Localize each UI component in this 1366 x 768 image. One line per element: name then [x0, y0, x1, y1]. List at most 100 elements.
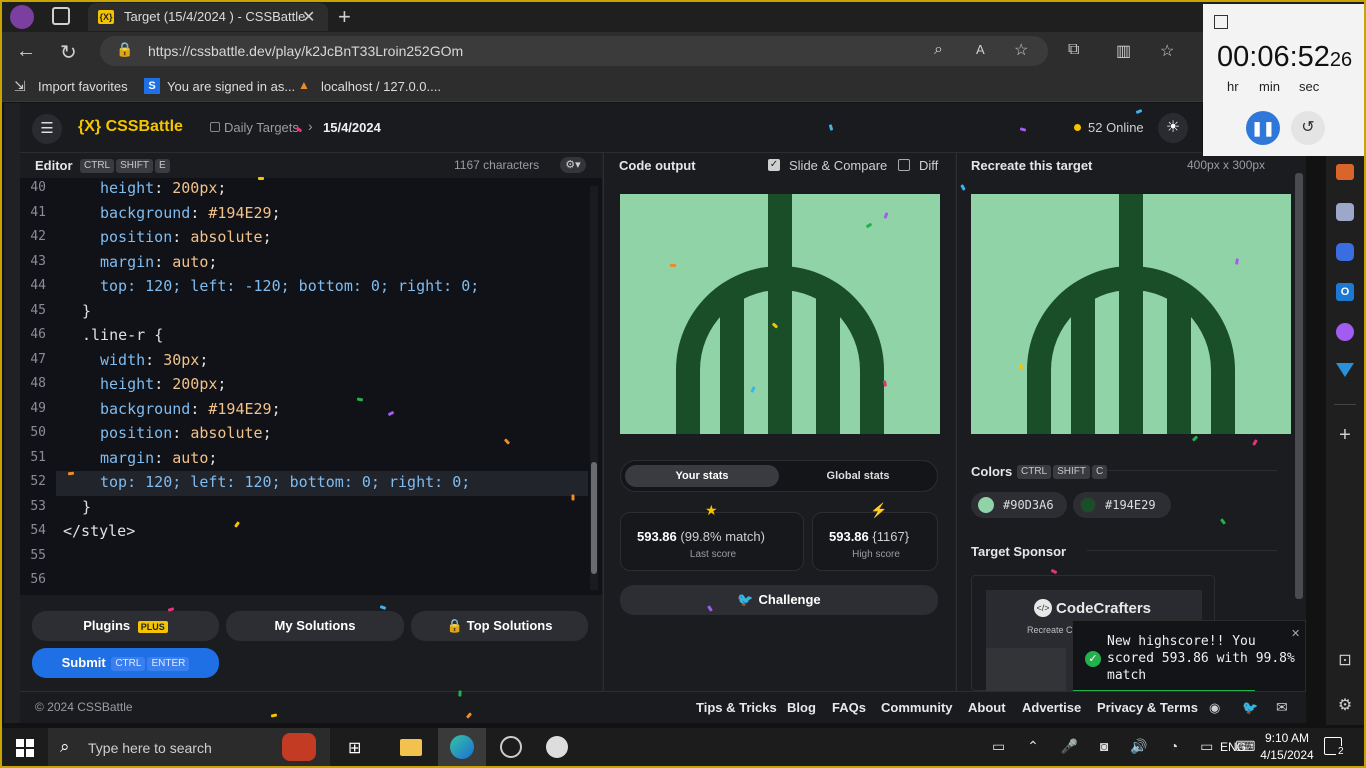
sponsor-graphic — [986, 648, 1066, 692]
active-tab[interactable]: {X} Target (15/4/2024 ) - CSSBattle ✕ — [88, 3, 328, 31]
add-sidebar-icon[interactable]: + — [1334, 424, 1356, 447]
edge-logo-icon — [450, 735, 474, 759]
outlook-icon[interactable]: O — [1336, 283, 1354, 301]
footer-link-advertise[interactable]: Advertise — [1022, 700, 1081, 715]
tab-your-stats[interactable]: Your stats — [625, 465, 779, 487]
challenge-button[interactable]: 🐦 Challenge — [620, 585, 938, 615]
drop-icon[interactable] — [1336, 363, 1354, 377]
character-count: 1167 characters — [454, 158, 540, 172]
favorites-icon[interactable]: ☆ — [1160, 41, 1174, 61]
line-number: 45 — [30, 302, 46, 318]
split-screen-icon[interactable]: ▥ — [1116, 41, 1131, 61]
recorder-icon[interactable] — [500, 736, 522, 758]
extensions-icon[interactable]: ⧉ — [1068, 41, 1079, 59]
profile-avatar[interactable] — [10, 5, 34, 29]
code-line: </style> — [63, 522, 136, 540]
top-solutions-button[interactable]: 🔒 Top Solutions — [411, 611, 588, 641]
read-aloud-icon[interactable]: A — [976, 42, 985, 57]
theme-toggle-button[interactable]: ☀ — [1158, 113, 1188, 143]
editor-settings-icon[interactable]: ⚙▾ — [560, 157, 586, 173]
line-number: 41 — [30, 204, 46, 220]
confetti-piece — [458, 690, 462, 697]
code-line: width: 30px; — [100, 350, 209, 369]
mail-icon[interactable]: ✉ — [1276, 699, 1288, 716]
twitter-icon[interactable]: 🐦 — [1242, 700, 1258, 716]
file-explorer-icon[interactable] — [400, 739, 422, 756]
color-chip-light[interactable]: #90D3A6 — [971, 492, 1067, 518]
footer-link-faqs[interactable]: FAQs — [832, 700, 866, 715]
favorite-item-import[interactable]: Import favorites — [38, 79, 128, 94]
favorite-star-icon[interactable]: ☆ — [1014, 40, 1028, 60]
taskbar: ⌕ Type here to search ⊞ ▭ ⌃ 🎤 ◙ 🔊 ◔ ▭ ⌨ … — [2, 728, 1364, 766]
highscore-toast: ✓ New highscore!! You scored 593.86 with… — [1072, 620, 1306, 693]
lock-icon: 🔒 — [116, 41, 134, 57]
code-line: top: 120; left: -120; bottom: 0; right: … — [100, 277, 480, 295]
sidebar-settings-icon[interactable]: ⚙ — [1334, 695, 1356, 715]
timer-label-hr: hr — [1227, 79, 1239, 94]
slide-compare-checkbox[interactable]: ✓ — [768, 159, 780, 171]
diff-checkbox[interactable] — [898, 159, 910, 171]
plugins-button[interactable]: Plugins PLUS — [32, 611, 219, 641]
edge-taskbar-icon[interactable] — [438, 728, 486, 766]
address-bar[interactable]: 🔒 https://cssbattle.dev/play/k2JcBnT33Lr… — [100, 36, 1048, 66]
high-chars: {1167} — [872, 529, 910, 544]
code-line: background: #194E29; — [100, 399, 281, 418]
games-icon[interactable] — [1336, 203, 1354, 221]
pause-button[interactable]: ❚❚ — [1246, 111, 1280, 145]
plugins-label: Plugins — [83, 618, 131, 633]
back-icon[interactable]: ← — [16, 40, 36, 63]
color-chip-dark[interactable]: #194E29 — [1073, 492, 1171, 518]
search-placeholder: Type here to search — [88, 740, 212, 756]
timer-display: 00:06:5226 — [1217, 41, 1352, 74]
favorite-item-signin[interactable]: You are signed in as... — [167, 79, 295, 94]
footer-link-about[interactable]: About — [968, 700, 1006, 715]
my-solutions-button[interactable]: My Solutions — [226, 611, 404, 641]
toast-close-icon[interactable]: ✕ — [1291, 627, 1300, 640]
colors-shortcut: CTRL SHIFT C — [1015, 463, 1108, 481]
code-line: margin: auto; — [100, 252, 218, 271]
target-image — [971, 194, 1291, 434]
close-tab-icon[interactable]: ✕ — [302, 7, 315, 27]
designer-icon[interactable] — [1336, 323, 1354, 341]
footer-link-privacy[interactable]: Privacy & Terms — [1097, 700, 1198, 715]
breadcrumb-daily-targets[interactable]: Daily Targets — [224, 120, 299, 135]
tools-icon[interactable] — [1336, 164, 1354, 180]
footer-link-community[interactable]: Community — [881, 700, 953, 715]
new-tab-icon[interactable]: + — [338, 4, 351, 30]
last-score-card: ★ 593.86 (99.8% match) Last score — [620, 502, 804, 571]
line-number: 55 — [30, 547, 46, 563]
footer-link-tips[interactable]: Tips & Tricks — [696, 700, 777, 715]
reset-button[interactable]: ↺ — [1291, 111, 1325, 145]
site-logo[interactable]: {X} CSSBattle — [78, 118, 183, 136]
language-indicator[interactable]: ENG — [1220, 740, 1246, 754]
search-icon: ⌕ — [60, 737, 70, 756]
refresh-icon[interactable]: ↻ — [60, 40, 77, 65]
color-hex-light: #90D3A6 — [1003, 498, 1054, 512]
target-title: Recreate this target — [971, 158, 1093, 173]
high-score-value: 593.86 {1167} — [829, 529, 909, 544]
submit-button[interactable]: Submit CTRL ENTER — [32, 648, 219, 678]
expand-icon[interactable] — [1214, 15, 1228, 29]
tab-global-stats[interactable]: Global stats — [781, 465, 935, 487]
tab-actions-icon[interactable] — [52, 7, 70, 25]
output-canvas[interactable] — [620, 194, 940, 434]
discord-icon[interactable]: ◉ — [1209, 700, 1220, 716]
editor-scrollbar[interactable] — [590, 186, 598, 590]
start-icon[interactable] — [16, 739, 34, 757]
footer-link-blog[interactable]: Blog — [787, 700, 816, 715]
menu-button[interactable]: ☰ — [32, 114, 62, 144]
clock-app-icon[interactable] — [546, 736, 568, 758]
task-view-icon[interactable]: ⊞ — [348, 738, 361, 758]
target-scrollbar[interactable] — [1295, 173, 1303, 599]
import-icon: ⇲ — [14, 78, 26, 94]
zoom-icon[interactable]: ⌕ — [934, 41, 943, 59]
clock-time[interactable]: 9:10 AM — [1256, 731, 1318, 745]
favorite-item-localhost[interactable]: localhost / 127.0.0.... — [321, 79, 441, 94]
top-solutions-label: Top Solutions — [466, 618, 553, 633]
success-check-icon: ✓ — [1085, 651, 1101, 667]
editor-scroll-thumb[interactable] — [591, 462, 597, 574]
taskbar-search[interactable]: ⌕ Type here to search — [48, 728, 330, 766]
clock-date[interactable]: 4/15/2024 — [1256, 748, 1318, 762]
screenshot-icon[interactable]: ⊡ — [1334, 650, 1356, 670]
copilot-icon[interactable] — [1336, 243, 1354, 261]
